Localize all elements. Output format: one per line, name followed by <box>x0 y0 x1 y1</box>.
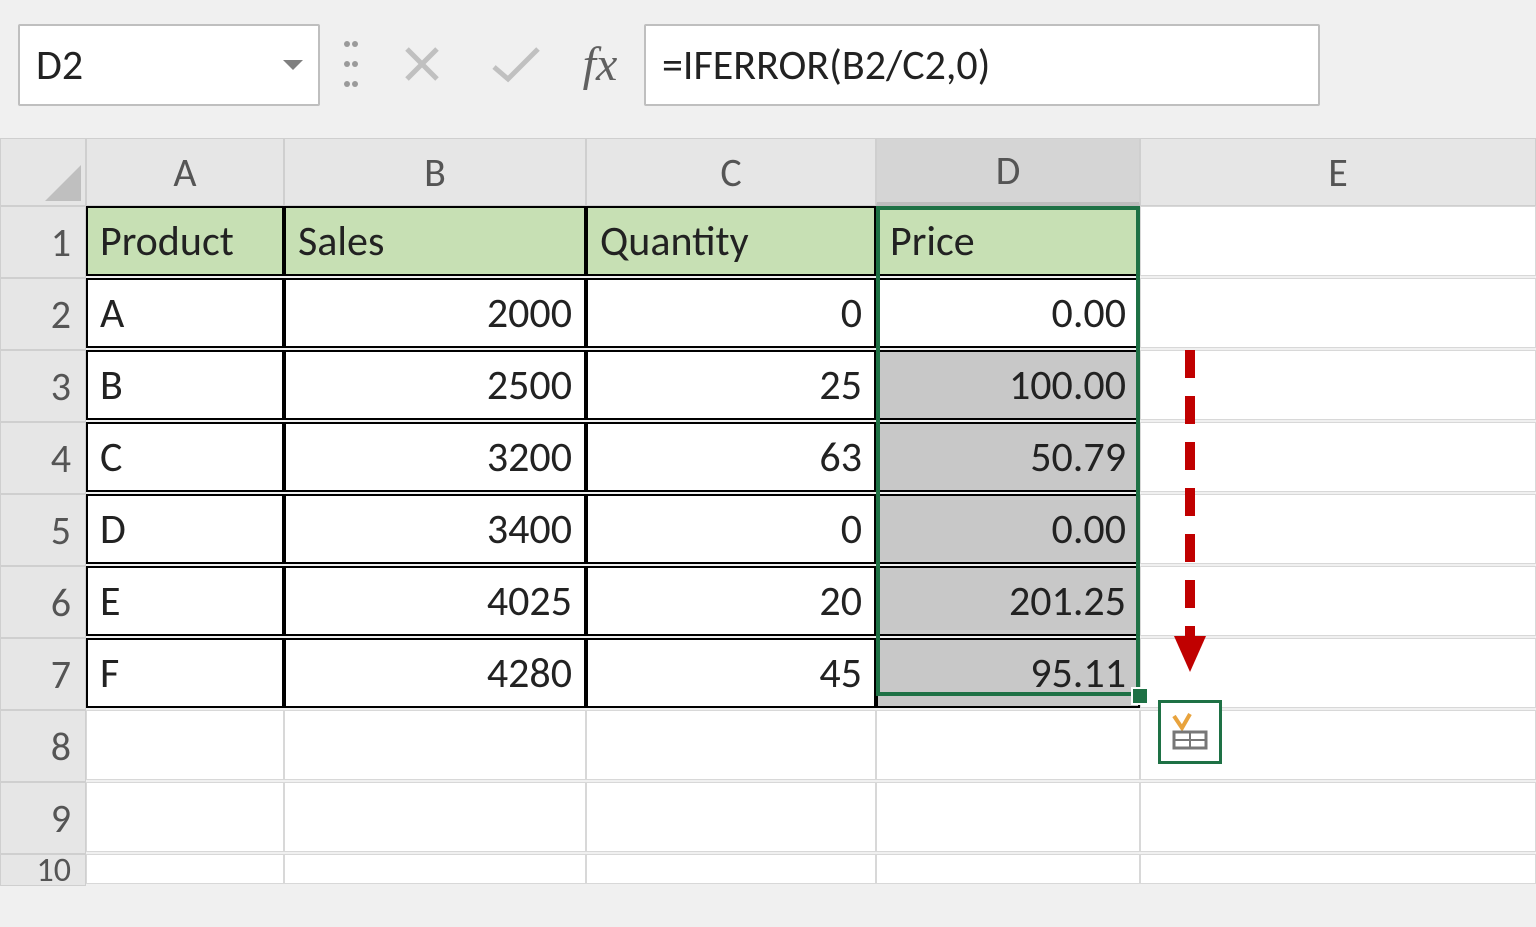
cell-c8[interactable] <box>586 710 876 780</box>
cell-c2[interactable]: 0 <box>586 278 876 348</box>
cell-a1[interactable]: Product <box>86 206 284 276</box>
cell-c1[interactable]: Quantity <box>586 206 876 276</box>
cell-d8[interactable] <box>876 710 1140 780</box>
row-header-4[interactable]: 4 <box>0 422 86 494</box>
cell-c9[interactable] <box>586 782 876 852</box>
cell-a5[interactable]: D <box>86 494 284 564</box>
cell-c7[interactable]: 45 <box>586 638 876 708</box>
cell-a10[interactable] <box>86 854 284 884</box>
cell-e4[interactable] <box>1140 422 1536 492</box>
cell-d1[interactable]: Price <box>876 206 1140 276</box>
formula-input[interactable]: =IFERROR(B2/C2,0) <box>644 24 1320 106</box>
fill-handle[interactable] <box>1131 687 1149 705</box>
cell-e6[interactable] <box>1140 566 1536 636</box>
row-header-1[interactable]: 1 <box>0 206 86 278</box>
cell-e9[interactable] <box>1140 782 1536 852</box>
row-header-8[interactable]: 8 <box>0 710 86 782</box>
col-header-e[interactable]: E <box>1140 138 1536 206</box>
cell-c6[interactable]: 20 <box>586 566 876 636</box>
cell-c3[interactable]: 25 <box>586 350 876 420</box>
cell-a4[interactable]: C <box>86 422 284 492</box>
cell-d6[interactable]: 201.25 <box>876 566 1140 636</box>
cell-b4[interactable]: 3200 <box>284 422 586 492</box>
row-header-7[interactable]: 7 <box>0 638 86 710</box>
name-box-value: D2 <box>20 40 268 91</box>
cell-e3[interactable] <box>1140 350 1536 420</box>
spreadsheet-grid: A B C D E 1 Product Sales Quantity Price… <box>0 138 1536 886</box>
cell-b5[interactable]: 3400 <box>284 494 586 564</box>
col-header-b[interactable]: B <box>284 138 586 206</box>
grid-rows: 1 Product Sales Quantity Price 2 A 2000 … <box>0 206 1536 886</box>
cell-e5[interactable] <box>1140 494 1536 564</box>
cell-a6[interactable]: E <box>86 566 284 636</box>
cell-c4[interactable]: 63 <box>586 422 876 492</box>
cell-c10[interactable] <box>586 854 876 884</box>
row-header-10[interactable]: 10 <box>0 854 86 886</box>
cell-e7[interactable] <box>1140 638 1536 708</box>
row-header-2[interactable]: 2 <box>0 278 86 350</box>
col-header-c[interactable]: C <box>586 138 876 206</box>
cell-a8[interactable] <box>86 710 284 780</box>
cell-b10[interactable] <box>284 854 586 884</box>
insert-function-icon[interactable]: fx <box>570 24 630 104</box>
cell-d10[interactable] <box>876 854 1140 884</box>
cell-d7[interactable]: 95.11 <box>876 638 1140 708</box>
cell-e1[interactable] <box>1140 206 1536 276</box>
fx-label: fx <box>583 37 618 92</box>
cell-a3[interactable]: B <box>86 350 284 420</box>
cell-a9[interactable] <box>86 782 284 852</box>
enter-formula-icon[interactable] <box>476 24 556 104</box>
row-header-9[interactable]: 9 <box>0 782 86 854</box>
cell-b7[interactable]: 4280 <box>284 638 586 708</box>
col-header-d[interactable]: D <box>876 138 1140 206</box>
name-box[interactable]: D2 <box>18 24 320 106</box>
column-header-row: A B C D E <box>0 138 1536 206</box>
cell-e10[interactable] <box>1140 854 1536 884</box>
select-all-corner[interactable] <box>0 138 86 206</box>
cell-d2[interactable]: 0.00 <box>876 278 1140 348</box>
cell-b3[interactable]: 2500 <box>284 350 586 420</box>
name-box-dropdown-icon[interactable] <box>268 58 318 72</box>
col-header-a[interactable]: A <box>86 138 284 206</box>
autofill-options-icon[interactable] <box>1158 700 1222 764</box>
cell-d5[interactable]: 0.00 <box>876 494 1140 564</box>
row-header-5[interactable]: 5 <box>0 494 86 566</box>
cell-e2[interactable] <box>1140 278 1536 348</box>
formula-bar: D2 fx =IFERROR(B2/C2,0) <box>18 24 1320 104</box>
cell-b9[interactable] <box>284 782 586 852</box>
row-header-6[interactable]: 6 <box>0 566 86 638</box>
cell-d9[interactable] <box>876 782 1140 852</box>
formula-bar-divider-icon <box>334 24 368 104</box>
cell-b2[interactable]: 2000 <box>284 278 586 348</box>
cell-d4[interactable]: 50.79 <box>876 422 1140 492</box>
cell-b8[interactable] <box>284 710 586 780</box>
cell-d3[interactable]: 100.00 <box>876 350 1140 420</box>
cell-a2[interactable]: A <box>86 278 284 348</box>
cell-b6[interactable]: 4025 <box>284 566 586 636</box>
cell-b1[interactable]: Sales <box>284 206 586 276</box>
cell-c5[interactable]: 0 <box>586 494 876 564</box>
row-header-3[interactable]: 3 <box>0 350 86 422</box>
cell-a7[interactable]: F <box>86 638 284 708</box>
cancel-formula-icon[interactable] <box>382 24 462 104</box>
